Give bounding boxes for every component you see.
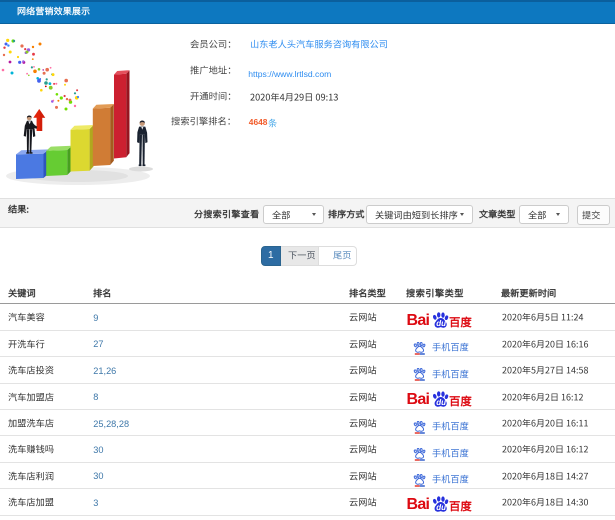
svg-text:du: du — [436, 503, 446, 512]
svg-text:du: du — [436, 319, 446, 328]
svg-text:du: du — [436, 398, 446, 407]
